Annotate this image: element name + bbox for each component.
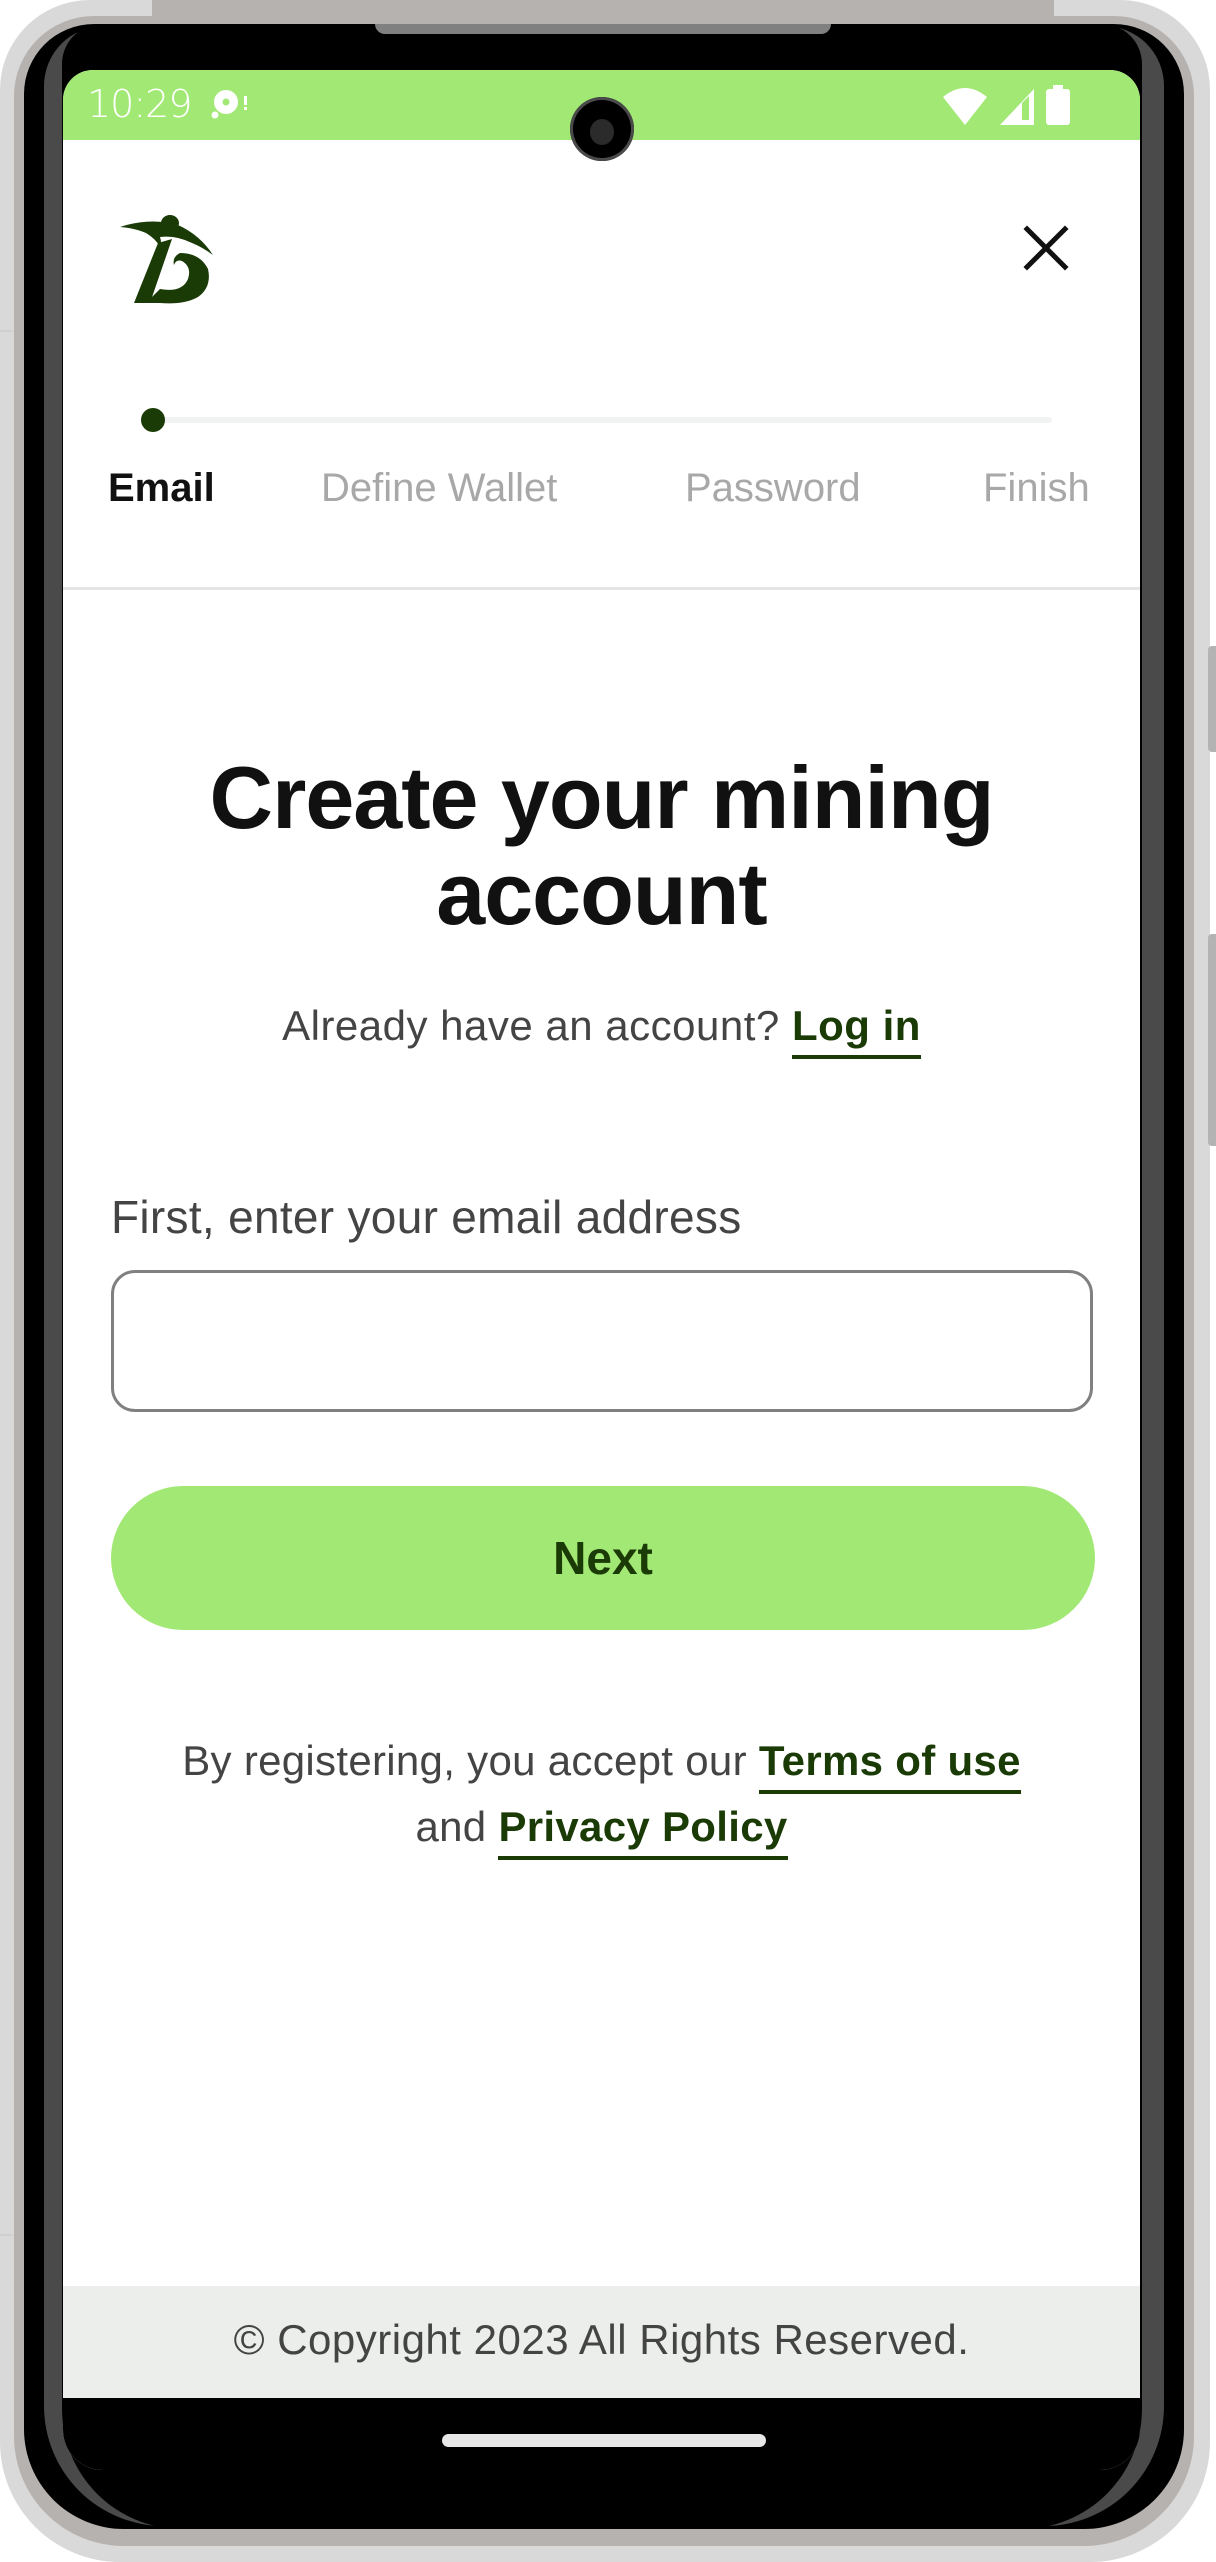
terms-notice: By registering, you accept our Terms of … — [63, 1728, 1140, 1860]
status-time: 10:29 — [87, 82, 193, 126]
page-title: Create your mining account — [63, 750, 1140, 942]
notification-disc-icon — [211, 88, 251, 125]
close-icon — [1023, 225, 1069, 271]
step-finish: Finish — [983, 466, 1090, 510]
terms-of-use-link[interactable]: Terms of use — [758, 1737, 1021, 1794]
login-link[interactable]: Log in — [791, 1002, 921, 1059]
title-line-1: Create your mining — [209, 748, 995, 847]
frame-seam — [0, 2234, 12, 2236]
login-prompt: Already have an account? Log in — [63, 1002, 1140, 1059]
privacy-policy-link[interactable]: Privacy Policy — [498, 1803, 788, 1860]
cell-signal-icon — [998, 87, 1036, 130]
system-nav-bar — [63, 2398, 1140, 2470]
brand-logo — [120, 213, 216, 305]
terms-and: and — [415, 1803, 487, 1850]
home-gesture-handle[interactable] — [442, 2434, 766, 2447]
front-camera — [570, 97, 634, 161]
frame-seam — [0, 330, 12, 332]
step-password: Password — [685, 466, 861, 510]
next-button[interactable]: Next — [111, 1486, 1095, 1630]
close-button[interactable] — [1018, 220, 1074, 276]
power-button — [1208, 934, 1216, 1146]
step-define-wallet: Define Wallet — [321, 466, 558, 510]
wifi-icon — [942, 87, 988, 130]
footer: © Copyright 2023 All Rights Reserved. — [63, 2286, 1140, 2398]
app-screen: 10:29 Email Define Wallet Password Finis… — [63, 70, 1140, 2470]
progress-track — [160, 417, 1052, 423]
header-divider — [63, 587, 1140, 590]
stepper: Email Define Wallet Password Finish — [63, 466, 1140, 526]
step-email: Email — [108, 466, 215, 510]
volume-button — [1208, 646, 1216, 752]
speaker-grille — [375, 24, 831, 34]
copyright-text: © Copyright 2023 All Rights Reserved. — [233, 2316, 970, 2363]
battery-icon — [1046, 85, 1070, 130]
title-line-2: account — [436, 844, 767, 943]
email-input[interactable] — [111, 1270, 1093, 1412]
login-prompt-text: Already have an account? — [282, 1002, 780, 1049]
progress-indicator — [141, 408, 165, 432]
terms-prefix: By registering, you accept our — [182, 1737, 747, 1784]
email-label: First, enter your email address — [111, 1191, 742, 1243]
status-icons — [942, 85, 1070, 130]
